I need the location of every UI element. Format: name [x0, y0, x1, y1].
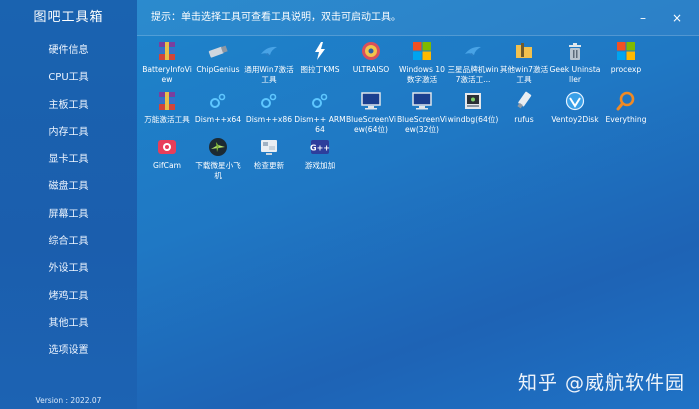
tool-label: Everything	[605, 115, 647, 124]
sidebar-item-disk-tools[interactable]: 磁盘工具	[0, 173, 137, 200]
tool-label: 三星品牌机win7激活工...	[447, 65, 499, 84]
ventoy-icon	[565, 91, 585, 111]
sidebar-item-screen-tools[interactable]: 屏幕工具	[0, 201, 137, 228]
sidebar-item-stress-test-tools[interactable]: 烤鸡工具	[0, 283, 137, 310]
tool-dism-arm64[interactable]: Dism++ ARM64	[294, 88, 346, 134]
close-button[interactable]: ×	[669, 10, 685, 26]
trash-can-icon	[569, 43, 581, 60]
tool-dism-x86[interactable]: Dism++x86	[243, 88, 295, 125]
version-label: Version : 2022.07	[35, 396, 102, 405]
tool-chipgenius[interactable]: ChipGenius	[192, 38, 244, 75]
tool-dism-x64[interactable]: Dism++x64	[192, 88, 244, 125]
dism-icon	[261, 93, 277, 108]
tool-label: BatteryInfoView	[142, 65, 192, 84]
camera-icon	[158, 140, 176, 154]
tool-label: ChipGenius	[196, 65, 240, 74]
update-icon	[261, 140, 277, 155]
sidebar-nav: 硬件信息 CPU工具 主板工具 内存工具 显卡工具 磁盘工具 屏幕工具 综合工具…	[0, 37, 137, 365]
svg-text:G++: G++	[310, 144, 330, 153]
winrar-icon	[159, 42, 175, 60]
minimize-button[interactable]: –	[635, 10, 651, 26]
app-title: 图吧工具箱	[33, 10, 104, 25]
tool-label: procexp	[610, 65, 642, 74]
tool-bluescreenview-32[interactable]: BlueScreenView(32位)	[396, 88, 448, 134]
sidebar-item-hardware-info[interactable]: 硬件信息	[0, 37, 137, 64]
bird-icon	[465, 46, 481, 57]
tool-label: 检查更新	[253, 161, 285, 170]
gamepp-icon: G++	[310, 140, 330, 154]
watermark: 知乎 @威航软件园	[517, 372, 685, 394]
tool-geek-uninstaller[interactable]: Geek Uninstaller	[549, 38, 601, 84]
sidebar-item-gpu-tools[interactable]: 显卡工具	[0, 146, 137, 173]
tool-label: BlueScreenView(32位)	[396, 115, 448, 134]
usb-stick-icon	[517, 91, 532, 109]
tool-other-win7-activators[interactable]: 其他win7激活工具	[498, 38, 550, 84]
kms-icon	[315, 42, 325, 60]
bird-icon	[261, 46, 277, 57]
tool-msi-afterburner[interactable]: 下载微星小飞机	[192, 134, 244, 180]
tool-turatin-kms[interactable]: 图拉丁KMS	[294, 38, 346, 75]
tool-label: 通用Win7激活工具	[244, 65, 294, 84]
tool-universal-activator[interactable]: 万能激活工具	[141, 88, 193, 125]
sidebar-item-general-tools[interactable]: 综合工具	[0, 228, 137, 255]
tool-everything[interactable]: Everything	[600, 88, 652, 125]
sidebar: 图吧工具箱 硬件信息 CPU工具 主板工具 内存工具 显卡工具 磁盘工具 屏幕工…	[0, 0, 137, 409]
tool-label: windbg(64位)	[447, 115, 499, 124]
monitor-icon	[361, 92, 381, 110]
tool-label: Dism++x86	[245, 115, 293, 124]
tool-label: BlueScreenView(64位)	[345, 115, 397, 134]
tool-label: Dism++x64	[194, 115, 242, 124]
hint-text: 提示：单击选择工具可查看工具说明，双击可启动工具。	[151, 12, 401, 23]
folder-icon	[516, 43, 532, 58]
tool-gamepp[interactable]: G++ 游戏加加	[294, 134, 346, 171]
magnifier-icon	[616, 91, 635, 111]
tool-label: rufus	[514, 115, 534, 124]
sidebar-item-peripheral-tools[interactable]: 外设工具	[0, 255, 137, 282]
tool-ventoy2disk[interactable]: Ventoy2Disk	[549, 88, 601, 125]
tool-win10-digital-activation[interactable]: Windows 10 数字激活	[396, 38, 448, 84]
top-bar: 提示：单击选择工具可查看工具说明，双击可启动工具。 – ×	[137, 0, 699, 36]
tool-rufus[interactable]: rufus	[498, 88, 550, 125]
tool-label: GifCam	[152, 161, 182, 170]
tool-label: Ventoy2Disk	[551, 115, 599, 124]
sidebar-item-memory-tools[interactable]: 内存工具	[0, 119, 137, 146]
tool-samsung-win7-activator[interactable]: 三星品牌机win7激活工...	[447, 38, 499, 84]
tool-label: 游戏加加	[304, 161, 336, 170]
windows-logo-icon	[617, 42, 635, 60]
tool-label: 下载微星小飞机	[195, 161, 241, 180]
tool-label: 图拉丁KMS	[300, 65, 340, 74]
winrar-icon	[159, 92, 175, 110]
tool-label: Windows 10 数字激活	[399, 65, 445, 84]
tool-bluescreenview-64[interactable]: BlueScreenView(64位)	[345, 88, 397, 134]
tool-ultraiso[interactable]: ULTRAISO	[345, 38, 397, 75]
usb-drive-icon	[208, 45, 228, 58]
tool-label: Dism++ ARM64	[294, 115, 346, 134]
sidebar-item-other-tools[interactable]: 其他工具	[0, 310, 137, 337]
tool-batteryinfoview[interactable]: BatteryInfoView	[141, 38, 193, 84]
sidebar-item-settings[interactable]: 选项设置	[0, 337, 137, 364]
tool-windbg-64[interactable]: windbg(64位)	[447, 88, 499, 125]
tool-label: 其他win7激活工具	[499, 65, 549, 84]
debugger-icon	[465, 93, 481, 109]
dism-icon	[210, 93, 226, 108]
tool-procexp[interactable]: procexp	[600, 38, 652, 75]
tool-label: ULTRAISO	[352, 65, 390, 74]
sidebar-item-motherboard-tools[interactable]: 主板工具	[0, 92, 137, 119]
dism-icon	[312, 93, 328, 108]
windows-logo-icon	[413, 42, 431, 60]
tool-gifcam[interactable]: GifCam	[141, 134, 193, 171]
tool-label: 万能激活工具	[144, 115, 190, 124]
tool-check-update[interactable]: 检查更新	[243, 134, 295, 171]
sidebar-item-cpu-tools[interactable]: CPU工具	[0, 64, 137, 91]
tool-win7-activator[interactable]: 通用Win7激活工具	[243, 38, 295, 84]
disc-icon	[362, 42, 380, 60]
afterburner-icon	[209, 138, 227, 156]
monitor-icon	[412, 92, 432, 110]
tool-label: Geek Uninstaller	[549, 65, 601, 84]
